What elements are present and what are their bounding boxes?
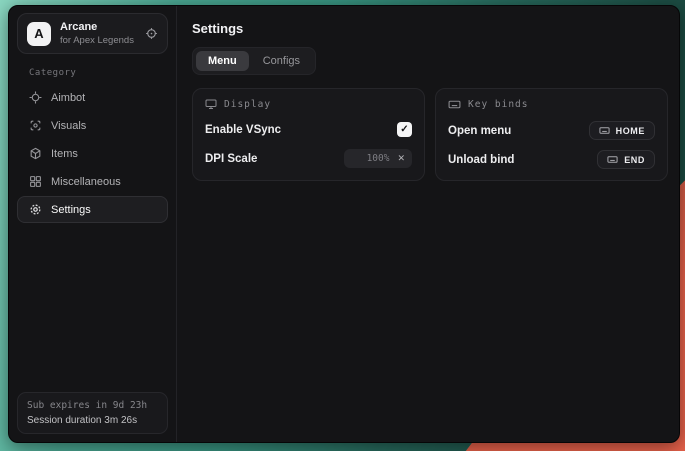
check-icon: ✓: [400, 124, 408, 135]
page-title: Settings: [192, 21, 668, 36]
sidebar-item-miscellaneous[interactable]: Miscellaneous: [17, 168, 168, 195]
keybinds-card-header: Key binds: [448, 98, 655, 111]
unload-bind-label: Unload bind: [448, 154, 514, 166]
sidebar-item-items[interactable]: Items: [17, 140, 168, 167]
keybinds-card: Key binds Open menu HOME: [435, 88, 668, 181]
cube-icon: [29, 147, 42, 160]
keyboard-icon: [448, 98, 461, 111]
category-label: Category: [29, 68, 176, 78]
settings-cards: Display Enable VSync ✓ DPI Scale 100% ✕: [192, 88, 668, 181]
arcane-window: A Arcane for Apex Legends Category: [8, 5, 680, 443]
dpi-scale-input[interactable]: 100% ✕: [344, 149, 412, 168]
target-icon[interactable]: [145, 27, 158, 40]
vsync-checkbox[interactable]: ✓: [397, 122, 412, 137]
dpi-label: DPI Scale: [205, 153, 257, 165]
crosshair-icon: [29, 91, 42, 104]
brand-subtitle: for Apex Legends: [60, 35, 136, 46]
unload-keybind-button[interactable]: END: [597, 150, 655, 169]
grid-icon: [29, 175, 42, 188]
keyboard-icon: [599, 125, 610, 136]
sidebar-item-visuals[interactable]: Visuals: [17, 112, 168, 139]
open-menu-keybind-button[interactable]: HOME: [589, 121, 655, 140]
gear-icon: [29, 203, 42, 216]
sidebar-item-label: Settings: [51, 204, 91, 216]
vsync-row: Enable VSync ✓: [205, 120, 412, 139]
sidebar-item-aimbot[interactable]: Aimbot: [17, 84, 168, 111]
keybinds-card-title: Key binds: [468, 99, 528, 110]
settings-tabs: Menu Configs: [192, 47, 316, 75]
unload-bind-row: Unload bind END: [448, 150, 655, 169]
session-duration-text: Session duration 3m 26s: [27, 415, 158, 426]
open-menu-label: Open menu: [448, 125, 511, 137]
sidebar-item-label: Aimbot: [51, 92, 85, 104]
sidebar-item-label: Visuals: [51, 120, 86, 132]
sub-expiry-text: Sub expires in 9d 23h: [27, 400, 158, 411]
brand-card: A Arcane for Apex Legends: [17, 13, 168, 54]
brand-text: Arcane for Apex Legends: [60, 21, 136, 46]
display-card-header: Display: [205, 98, 412, 110]
display-card-title: Display: [224, 99, 271, 110]
display-card: Display Enable VSync ✓ DPI Scale 100% ✕: [192, 88, 425, 181]
main-panel: Settings Menu Configs Display E: [177, 6, 680, 442]
open-menu-row: Open menu HOME: [448, 121, 655, 140]
sidebar-item-label: Miscellaneous: [51, 176, 121, 188]
subscription-status-card: Sub expires in 9d 23h Session duration 3…: [17, 392, 168, 434]
keyboard-icon: [607, 154, 618, 165]
monitor-icon: [205, 98, 217, 110]
open-menu-key: HOME: [616, 126, 645, 136]
tab-configs[interactable]: Configs: [251, 51, 312, 71]
brand-title: Arcane: [60, 21, 136, 33]
scan-eye-icon: [29, 119, 42, 132]
unload-key: END: [624, 155, 645, 165]
clear-icon[interactable]: ✕: [397, 154, 405, 163]
sidebar-nav: Aimbot Visuals Items: [9, 84, 176, 223]
dpi-value: 100%: [367, 153, 390, 164]
sidebar: A Arcane for Apex Legends Category: [9, 6, 177, 442]
sidebar-item-label: Items: [51, 148, 78, 160]
vsync-label: Enable VSync: [205, 124, 281, 136]
brand-logo: A: [27, 22, 51, 46]
sidebar-item-settings[interactable]: Settings: [17, 196, 168, 223]
dpi-row: DPI Scale 100% ✕: [205, 149, 412, 168]
tab-menu[interactable]: Menu: [196, 51, 249, 71]
